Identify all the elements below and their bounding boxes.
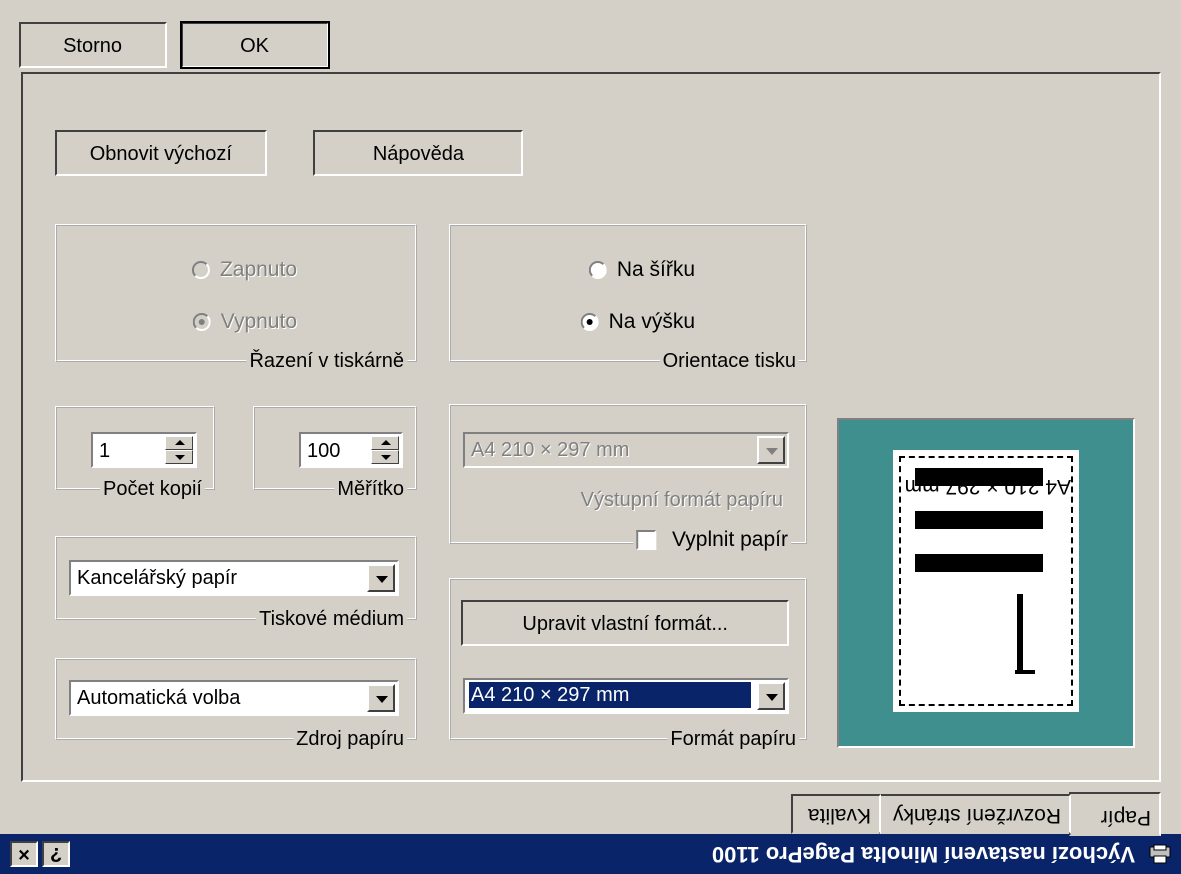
- copies-stepper[interactable]: 1: [91, 432, 197, 468]
- collation-label: Řazení v tiskárně: [246, 350, 407, 372]
- arrow-up-icon[interactable]: [165, 436, 193, 450]
- radio-empty-icon[interactable]: [191, 261, 210, 280]
- collation-on-label: Zapnuto: [219, 258, 297, 281]
- text-cursor-icon: [1017, 594, 1023, 674]
- paper-preview: [837, 418, 1135, 748]
- window-title: Výchozí nastavení Minolta PagePro 1100: [711, 842, 1135, 867]
- radio-selected-icon[interactable]: [580, 313, 599, 332]
- restore-defaults-label: Obnovit výchozí: [89, 143, 233, 165]
- cancel-button-label: Storno: [63, 35, 123, 57]
- preview-line: [915, 554, 1043, 572]
- copies-label: Počet kopií: [100, 478, 205, 500]
- scale-spin-buttons[interactable]: [371, 436, 399, 464]
- scale-value[interactable]: 100: [307, 438, 340, 464]
- cancel-button[interactable]: Storno: [19, 22, 167, 68]
- arrow-up-icon[interactable]: [371, 436, 399, 450]
- fill-paper-checkbox[interactable]: Vyplnit papír: [633, 528, 791, 552]
- radio-empty-icon[interactable]: [588, 261, 607, 280]
- custom-format-button[interactable]: Upravit vlastní formát...: [461, 600, 789, 646]
- close-icon: ×: [18, 843, 30, 865]
- restore-defaults-button[interactable]: Obnovit výchozí: [55, 130, 267, 176]
- output-format-group: [449, 404, 807, 544]
- ok-button-label: OK: [240, 35, 270, 57]
- scale-stepper[interactable]: 100: [299, 432, 403, 468]
- fill-paper-label: Vyplnit papír: [672, 528, 788, 551]
- arrow-down-icon[interactable]: [165, 450, 193, 464]
- paper-format-label: Formát papíru: [667, 728, 799, 750]
- close-title-button[interactable]: ×: [10, 841, 38, 867]
- collation-off-radio[interactable]: Vypnuto: [192, 310, 297, 334]
- orientation-portrait-label: Na výšku: [608, 310, 695, 333]
- printer-icon: [1149, 844, 1171, 864]
- fill-paper-box[interactable]: [636, 530, 657, 551]
- title-bar[interactable]: Výchozí nastavení Minolta PagePro 1100 ?…: [0, 834, 1181, 874]
- chevron-down-icon[interactable]: [367, 684, 395, 712]
- paper-source-label: Zdroj papíru: [293, 728, 407, 750]
- help-button[interactable]: Nápověda: [313, 130, 523, 176]
- preview-line: [915, 511, 1043, 529]
- orientation-portrait-radio[interactable]: Na výšku: [580, 310, 695, 334]
- help-title-button[interactable]: ?: [42, 841, 70, 867]
- tab-page-layout[interactable]: Rozvržení stránky: [879, 794, 1071, 834]
- custom-format-label: Upravit vlastní formát...: [522, 613, 728, 635]
- preview-label: A4 210 × 297 mm: [904, 475, 1071, 498]
- chevron-down-icon[interactable]: [367, 564, 395, 592]
- chevron-down-icon[interactable]: [757, 436, 785, 464]
- radio-selected-icon[interactable]: [192, 313, 211, 332]
- question-icon: ?: [49, 843, 63, 865]
- orientation-label: Orientace tisku: [659, 350, 799, 372]
- orientation-group: [449, 224, 807, 362]
- orientation-landscape-label: Na šířku: [616, 258, 695, 281]
- dialog-window: Výchozí nastavení Minolta PagePro 1100 ?…: [0, 0, 1181, 874]
- print-media-label: Tiskové médium: [256, 608, 407, 630]
- print-media-select[interactable]: Kancelářský papír: [69, 560, 399, 596]
- tab-quality[interactable]: Kvalita: [791, 794, 881, 834]
- tab-paper[interactable]: Papír: [1069, 792, 1161, 836]
- scale-label: Měřítko: [334, 478, 407, 500]
- paper-format-select[interactable]: A4 210 × 297 mm: [463, 678, 789, 714]
- chevron-down-icon[interactable]: [757, 682, 785, 710]
- output-format-value: A4 210 × 297 mm: [471, 439, 630, 461]
- copies-value[interactable]: 1: [99, 438, 110, 464]
- paper-format-value: A4 210 × 297 mm: [469, 682, 751, 708]
- ok-button[interactable]: OK: [180, 21, 330, 69]
- paper-source-select[interactable]: Automatická volba: [69, 680, 399, 716]
- collation-on-radio[interactable]: Zapnuto: [191, 258, 297, 282]
- collation-off-label: Vypnuto: [220, 310, 297, 333]
- orientation-landscape-radio[interactable]: Na šířku: [588, 258, 695, 282]
- paper-source-value: Automatická volba: [77, 687, 241, 709]
- tab-label: Papír: [1100, 806, 1151, 829]
- help-button-label: Nápověda: [372, 143, 464, 165]
- collation-group: [55, 224, 417, 362]
- copies-spin-buttons[interactable]: [165, 436, 193, 464]
- output-format-select[interactable]: A4 210 × 297 mm: [463, 432, 789, 468]
- tab-label: Rozvržení stránky: [892, 804, 1061, 827]
- arrow-down-icon[interactable]: [371, 450, 399, 464]
- text-cursor-foot: [1015, 670, 1035, 674]
- print-media-value: Kancelářský papír: [77, 567, 238, 589]
- tab-label: Kvalita: [807, 804, 871, 827]
- output-format-label: Výstupní formát papíru: [580, 489, 783, 511]
